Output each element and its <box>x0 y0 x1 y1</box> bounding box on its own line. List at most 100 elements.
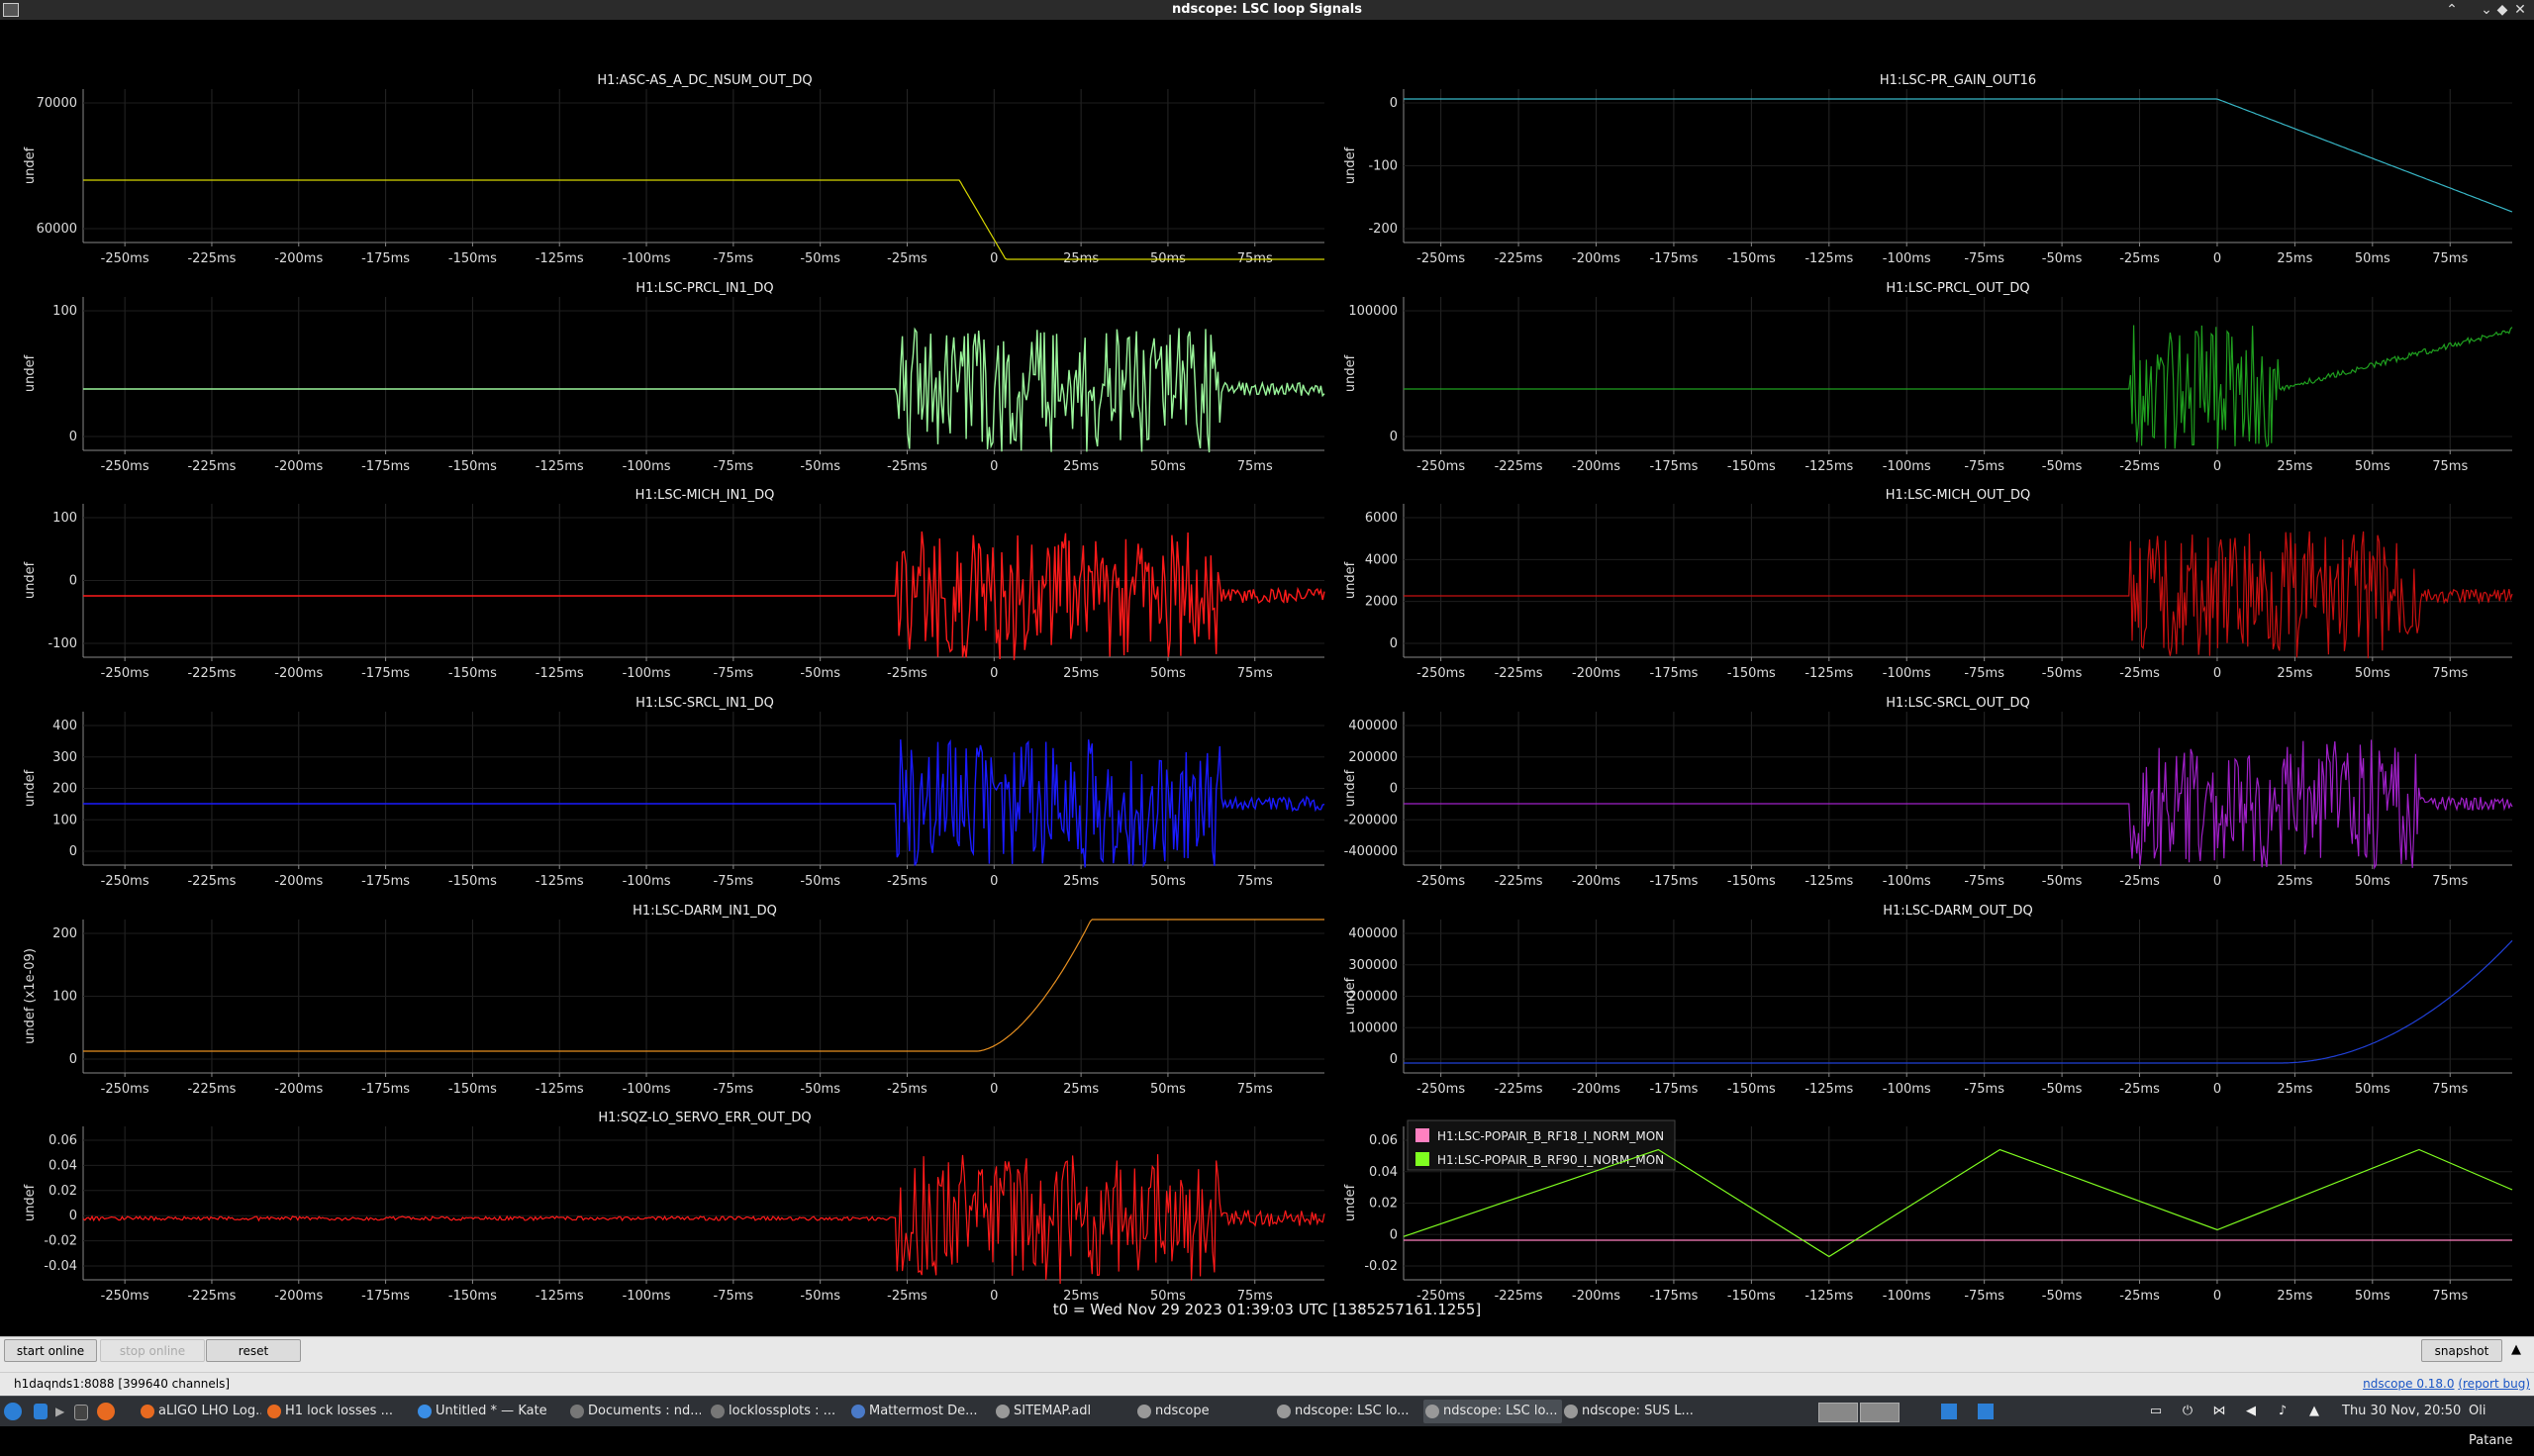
x-tick-label: -250ms <box>101 666 149 681</box>
x-tick-label: -200ms <box>274 1289 323 1304</box>
x-tick-label: -125ms <box>536 874 584 889</box>
plot-title: H1:LSC-PR_GAIN_OUT16 <box>1880 73 2036 88</box>
task-label: Documents : nd... <box>588 1404 701 1418</box>
y-tick-label: 0 <box>69 844 77 859</box>
task-label: ndscope: LSC lo... <box>1295 1404 1410 1418</box>
x-tick-label: -250ms <box>1416 666 1465 681</box>
task-item[interactable]: ndscope: LSC lo... <box>1423 1400 1562 1423</box>
y-tick-label: 100000 <box>1348 1020 1398 1035</box>
chevron-right-icon[interactable]: ▶ <box>55 1404 65 1419</box>
y-tick-label: 100000 <box>1348 304 1398 319</box>
x-tick-label: -50ms <box>800 1082 840 1097</box>
clock[interactable]: Thu 30 Nov, 20:50 <box>2342 1397 2461 1426</box>
tray-expand-icon[interactable]: ▲ <box>2306 1404 2322 1419</box>
x-tick-label: -50ms <box>2042 1082 2083 1097</box>
power-icon[interactable]: ⏻ <box>2180 1404 2195 1419</box>
task-item[interactable]: H1 lock losses ... <box>265 1400 406 1423</box>
task-item[interactable]: ndscope <box>1135 1400 1268 1423</box>
x-tick-label: -225ms <box>187 251 236 266</box>
start-online-button[interactable]: start online <box>4 1339 97 1362</box>
x-tick-label: 50ms <box>2355 1082 2390 1097</box>
task-app-icon <box>851 1405 865 1418</box>
y-tick-label: 100 <box>52 990 77 1005</box>
x-tick-label: -125ms <box>1804 459 1853 474</box>
x-tick-label: 25ms <box>1063 1082 1099 1097</box>
y-tick-label: -0.02 <box>44 1234 77 1249</box>
network-icon[interactable]: ⋈ <box>2211 1404 2227 1419</box>
x-tick-label: -225ms <box>187 666 236 681</box>
x-tick-label: -175ms <box>1649 251 1698 266</box>
task-app-icon <box>1564 1405 1578 1418</box>
desktop-pager-icon[interactable] <box>34 1404 48 1419</box>
x-tick-label: -150ms <box>448 251 497 266</box>
app-launcher-icon[interactable] <box>4 1403 22 1420</box>
task-item[interactable]: locklossplots : ... <box>709 1400 841 1423</box>
x-tick-label: -175ms <box>361 1289 410 1304</box>
x-tick-label: -25ms <box>2119 251 2160 266</box>
x-tick-label: -200ms <box>1572 251 1620 266</box>
y-tick-label: 6000 <box>1365 511 1398 526</box>
x-tick-label: 50ms <box>1150 1082 1186 1097</box>
x-tick-label: -150ms <box>1727 251 1776 266</box>
x-tick-label: -200ms <box>274 666 323 681</box>
file-manager-icon[interactable] <box>74 1405 88 1420</box>
task-item[interactable]: aLIGO LHO Log... <box>139 1400 261 1423</box>
stop-online-button[interactable]: stop online <box>100 1339 205 1362</box>
volume-icon[interactable]: ◀ <box>2243 1404 2259 1419</box>
notifications-icon[interactable]: ♪ <box>2275 1404 2290 1419</box>
maximize-icon[interactable]: ◆ <box>2492 0 2512 20</box>
task-item[interactable]: ndscope: LSC lo... <box>1275 1400 1413 1423</box>
report-bug-link[interactable]: (report bug) <box>2458 1377 2530 1391</box>
x-tick-label: -200ms <box>1572 459 1620 474</box>
plot-title: H1:LSC-SRCL_OUT_DQ <box>1886 696 2030 711</box>
x-tick-label: 25ms <box>1063 666 1099 681</box>
task-item[interactable]: SITEMAP.adl <box>994 1400 1126 1423</box>
x-tick-label: -100ms <box>623 874 671 889</box>
y-tick-label: 0.04 <box>49 1158 77 1173</box>
x-tick-label: -25ms <box>887 459 927 474</box>
y-tick-label: 200 <box>52 926 77 941</box>
version-info: ndscope 0.18.0 (report bug) <box>2363 1373 2530 1395</box>
x-tick-label: -225ms <box>1495 1289 1543 1304</box>
version-link[interactable]: ndscope 0.18.0 <box>2363 1377 2454 1391</box>
x-tick-label: 0 <box>990 251 998 266</box>
x-tick-label: -175ms <box>1649 874 1698 889</box>
task-item[interactable]: ndscope: SUS L... <box>1562 1400 1701 1423</box>
plot-area[interactable]: -250ms -225ms -200ms -175ms -150ms -125ms -100… <box>0 20 2534 1336</box>
task-item[interactable]: Mattermost De... <box>849 1400 986 1423</box>
x-tick-label: -150ms <box>1727 874 1776 889</box>
y-tick-label: 0.06 <box>1369 1133 1398 1148</box>
reset-button[interactable]: reset <box>206 1339 301 1362</box>
t0-label: t0 = Wed Nov 29 2023 01:39:03 UTC [13852… <box>1053 1301 1482 1318</box>
x-tick-label: -175ms <box>1649 1289 1698 1304</box>
plots-canvas[interactable]: -250ms -225ms -200ms -175ms -150ms -125ms -100… <box>0 20 2534 1336</box>
clipboard-icon[interactable] <box>1978 1404 1994 1419</box>
task-item[interactable]: Untitled * — Kate <box>416 1400 560 1423</box>
x-tick-label: 50ms <box>2355 251 2390 266</box>
app-menu-icon[interactable] <box>3 3 19 17</box>
task-item[interactable]: Documents : nd... <box>568 1400 701 1423</box>
pager-desktop-2[interactable] <box>1860 1403 1900 1422</box>
keep-above-icon[interactable]: ⌃ <box>2442 0 2462 20</box>
y-tick-label: 4000 <box>1365 552 1398 567</box>
user-name[interactable]: Oli Patane <box>2469 1397 2534 1456</box>
task-app-icon <box>1425 1405 1439 1418</box>
vscode-icon[interactable] <box>1941 1404 1957 1419</box>
x-tick-label: -100ms <box>1883 666 1931 681</box>
x-tick-label: -150ms <box>1727 666 1776 681</box>
x-tick-label: 75ms <box>1237 459 1273 474</box>
window-titlebar[interactable]: ndscope: LSC loop Signals ⌃ ⌄ ◆ ✕ <box>0 0 2534 21</box>
snapshot-button[interactable]: snapshot <box>2421 1339 2502 1362</box>
firefox-icon[interactable] <box>97 1403 115 1420</box>
expand-up-icon[interactable]: ▲ <box>2506 1339 2526 1362</box>
y-tick-label: 100 <box>52 304 77 319</box>
x-tick-label: -100ms <box>623 251 671 266</box>
pager-desktop-1[interactable] <box>1818 1403 1858 1422</box>
y-axis-label: undef <box>23 769 38 807</box>
close-icon[interactable]: ✕ <box>2510 0 2530 20</box>
x-tick-label: -125ms <box>536 251 584 266</box>
toolbar <box>0 1336 2534 1373</box>
task-app-icon <box>1137 1405 1151 1418</box>
display-icon[interactable]: ▭ <box>2148 1404 2164 1419</box>
x-tick-label: 25ms <box>1063 874 1099 889</box>
